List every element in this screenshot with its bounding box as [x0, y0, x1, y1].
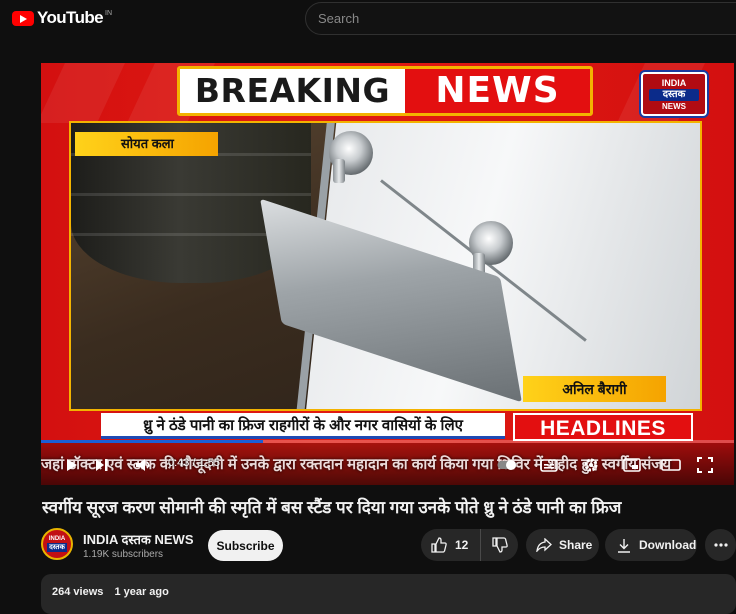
video-title: स्वर्गीय सूरज करण सोमानी की स्मृति में ब…: [42, 498, 622, 517]
channel-logo-overlay: INDIA दस्तक NEWS: [641, 72, 707, 116]
channel-name[interactable]: INDIA दस्तक NEWS: [83, 530, 193, 548]
video-player[interactable]: BREAKING NEWS INDIA दस्तक NEWS सोयत कला …: [41, 63, 734, 485]
news-ticker: ध्रु ने ठंडे पानी का फ्रिज राहगीरों के औ…: [101, 413, 505, 439]
search-input[interactable]: [318, 11, 718, 26]
youtube-play-icon: [12, 10, 34, 26]
download-button[interactable]: Download: [605, 529, 697, 561]
avatar-line-1: INDIA: [48, 536, 66, 542]
download-icon: [618, 538, 630, 553]
subscriber-count: 1.19K subscribers: [83, 549, 164, 560]
video-scene: [69, 121, 702, 411]
like-dislike-group: 12: [421, 529, 518, 561]
description-box[interactable]: 264 views 1 year ago: [41, 574, 736, 614]
share-icon: [536, 538, 552, 552]
region-code: IN: [105, 9, 112, 17]
subscribe-button[interactable]: Subscribe: [208, 530, 283, 561]
autoplay-icon[interactable]: [497, 455, 517, 475]
share-button[interactable]: Share: [526, 529, 599, 561]
captions-icon[interactable]: [539, 455, 559, 475]
next-icon[interactable]: [93, 455, 111, 475]
more-actions-button[interactable]: [705, 529, 736, 561]
banner-news-text: NEWS: [405, 69, 590, 113]
thumbs-down-icon: [491, 537, 508, 553]
tank-rib: [71, 193, 311, 196]
more-dots-icon: [713, 543, 728, 547]
reporter-caption: अनिल बैरागी: [523, 376, 666, 402]
logo-line-3: NEWS: [662, 102, 686, 111]
thumbs-up-icon: [431, 537, 447, 553]
download-label: Download: [639, 538, 697, 552]
avatar-line-2: दस्तक: [47, 543, 67, 552]
miniplayer-icon[interactable]: [621, 455, 643, 475]
view-count: 264 views: [52, 586, 104, 598]
location-caption: सोयत कला: [75, 132, 218, 156]
description-meta: 264 views 1 year ago: [52, 586, 177, 598]
volume-icon[interactable]: [133, 455, 155, 475]
like-button[interactable]: 12: [421, 529, 481, 561]
breaking-news-banner: BREAKING NEWS: [177, 66, 593, 116]
logo-text: YouTube: [37, 8, 104, 27]
top-bar: YouTube IN: [0, 0, 736, 44]
tap-spout: [333, 159, 345, 183]
logo-line-2: दस्तक: [649, 89, 699, 101]
theater-mode-icon[interactable]: [659, 455, 683, 475]
time-display: 0:43 / 1:55: [168, 457, 220, 469]
upload-age: 1 year ago: [114, 586, 169, 598]
search-box[interactable]: [305, 2, 736, 35]
settings-icon[interactable]: [581, 455, 601, 475]
play-icon[interactable]: [63, 455, 81, 475]
fullscreen-icon[interactable]: [695, 455, 715, 475]
dislike-button[interactable]: [481, 529, 518, 561]
channel-avatar[interactable]: INDIA दस्तक: [41, 528, 73, 560]
headlines-label: HEADLINES: [513, 413, 693, 441]
banner-breaking-text: BREAKING: [180, 69, 405, 113]
share-label: Share: [559, 538, 593, 552]
youtube-logo[interactable]: YouTube IN: [12, 8, 112, 28]
logo-line-1: INDIA: [661, 78, 687, 88]
like-count: 12: [455, 538, 469, 552]
